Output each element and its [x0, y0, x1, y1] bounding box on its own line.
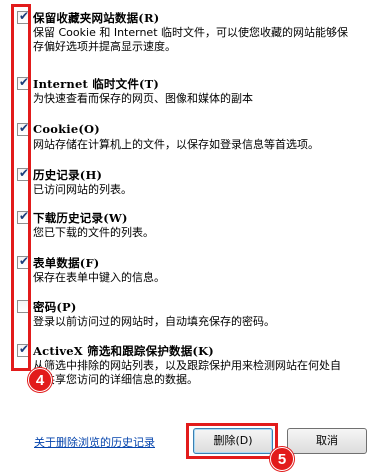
delete-button[interactable]: 删除(D): [193, 428, 273, 454]
option-title: 下载历史记录(W): [33, 211, 128, 225]
checkmark-icon: ✔: [18, 121, 30, 135]
checkmark-icon: ✔: [18, 342, 30, 356]
checkmark-icon: ✔: [18, 75, 30, 89]
option-title: 表单数据(F): [33, 256, 100, 270]
passwords-checkbox[interactable]: [17, 300, 30, 313]
cancel-button[interactable]: 取消: [287, 428, 367, 454]
option-title: Internet 临时文件(T): [33, 77, 160, 91]
option-desc: 已访问网站的列表。: [33, 183, 132, 196]
option-desc: 网站存储在计算机上的文件，以保存如登录信息等首选项。: [33, 138, 319, 151]
option-title: ActiveX 筛选和跟踪保护数据(K): [33, 344, 214, 358]
checkbox-column-highlight: [11, 4, 31, 371]
option-title: 密码(P): [33, 300, 77, 314]
checkmark-icon: ✔: [18, 209, 30, 223]
checkmark-icon: ✔: [18, 166, 30, 180]
option-desc: 为快速查看而保存的网页、图像和媒体的副本: [33, 92, 253, 105]
option-desc: 登录以前访问过的网站时，自动填充保存的密码。: [33, 315, 275, 328]
step-badge: 4: [28, 368, 52, 392]
activex-tracking-checkbox[interactable]: ✔: [17, 342, 30, 357]
option-title: 历史记录(H): [33, 168, 103, 182]
download-history-checkbox[interactable]: ✔: [17, 209, 30, 224]
help-link[interactable]: 关于删除浏览的历史记录: [34, 434, 155, 450]
option-title: 保留收藏夹网站数据(R): [33, 11, 160, 25]
form-data-checkbox[interactable]: ✔: [17, 254, 30, 269]
option-desc: 动共享您访问的详细信息的数据。: [33, 373, 198, 386]
option-title: Cookie(O): [33, 122, 100, 136]
checkmark-icon: ✔: [18, 254, 30, 268]
option-desc: 保存在表单中键入的信息。: [33, 271, 165, 284]
temp-files-checkbox[interactable]: ✔: [17, 75, 30, 90]
keep-favorites-checkbox[interactable]: ✔: [17, 9, 30, 24]
option-desc: 保留 Cookie 和 Internet 临时文件，可以使您收藏的网站能够保: [33, 26, 348, 39]
option-desc: 您已下载的文件的列表。: [33, 226, 154, 239]
cookie-checkbox[interactable]: ✔: [17, 121, 30, 136]
history-checkbox[interactable]: ✔: [17, 166, 30, 181]
step-badge: 5: [270, 447, 294, 471]
checkmark-icon: ✔: [18, 9, 30, 23]
option-desc: 存偏好选项并提高显示速度。: [33, 40, 176, 53]
option-desc: 从筛选中排除的网站列表，以及跟踪保护用来检测网站在何处自: [33, 359, 341, 372]
